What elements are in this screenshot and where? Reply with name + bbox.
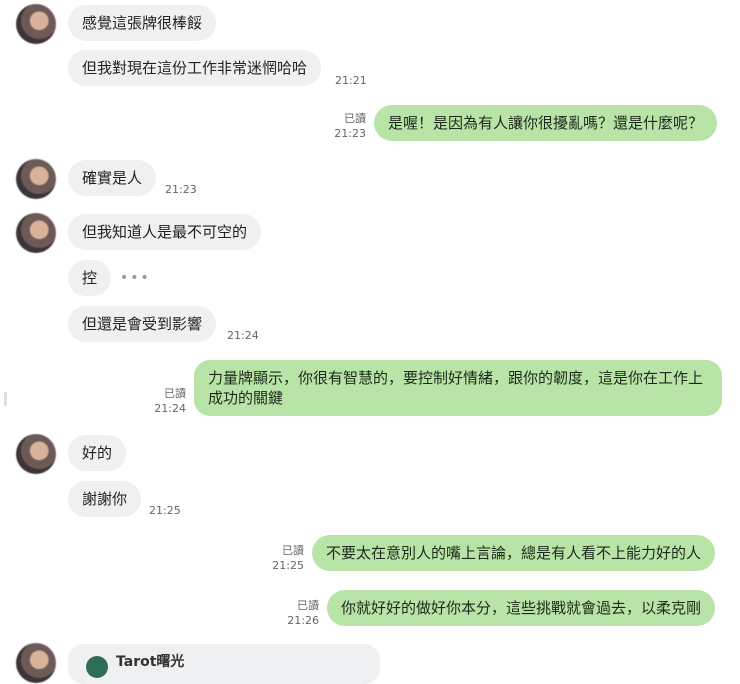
message-time: 21:25 xyxy=(272,559,304,572)
message-time: 21:25 xyxy=(149,504,181,517)
read-status: 已讀 xyxy=(344,112,366,125)
incoming-message[interactable]: 謝謝你 xyxy=(68,481,142,517)
incoming-message[interactable]: 但還是會受到影響 xyxy=(68,306,217,342)
post-title: Tarot曙光 xyxy=(116,654,185,670)
contact-avatar[interactable] xyxy=(16,643,56,683)
scroll-indicator[interactable] xyxy=(4,392,7,406)
incoming-message[interactable]: 好的 xyxy=(68,435,127,471)
contact-avatar[interactable] xyxy=(16,159,56,199)
message-time: 21:26 xyxy=(287,614,319,627)
ellipsis-icon: ••• xyxy=(120,270,151,286)
read-status: 已讀 xyxy=(282,544,304,557)
outgoing-message[interactable]: 不要太在意別人的嘴上言論，總是有人看不上能力好的人 xyxy=(312,535,716,571)
message-time: 21:24 xyxy=(154,402,186,415)
contact-avatar[interactable] xyxy=(16,213,56,253)
message-time: 21:21 xyxy=(335,74,367,87)
incoming-message[interactable]: 感覺這張牌很棒餒 xyxy=(68,5,217,41)
post-icon xyxy=(86,656,108,678)
outgoing-message[interactable]: 力量牌顯示，你很有智慧的，要控制好情緒，跟你的韌度，這是你在工作上成功的關鍵 xyxy=(194,360,722,416)
outgoing-message[interactable]: 你就好好的做好你本分，這些挑戰就會過去，以柔克剛 xyxy=(327,590,716,626)
message-time: 21:23 xyxy=(334,127,366,140)
incoming-message[interactable]: 控 xyxy=(68,260,112,296)
message-time: 21:23 xyxy=(165,183,197,196)
contact-avatar[interactable] xyxy=(16,4,56,44)
read-status: 已讀 xyxy=(164,387,186,400)
outgoing-message[interactable]: 是喔！是因為有人讓你很擾亂嗎？還是什麼呢？ xyxy=(374,105,718,141)
incoming-message[interactable]: 但我知道人是最不可空的 xyxy=(68,214,262,250)
contact-avatar[interactable] xyxy=(16,434,56,474)
incoming-message[interactable]: 但我對現在這份工作非常迷惘哈哈 xyxy=(68,50,322,86)
shared-post-card[interactable]: Tarot曙光 xyxy=(68,644,380,684)
read-status: 已讀 xyxy=(297,599,319,612)
message-time: 21:24 xyxy=(227,329,259,342)
incoming-message[interactable]: 確實是人 xyxy=(68,160,157,196)
